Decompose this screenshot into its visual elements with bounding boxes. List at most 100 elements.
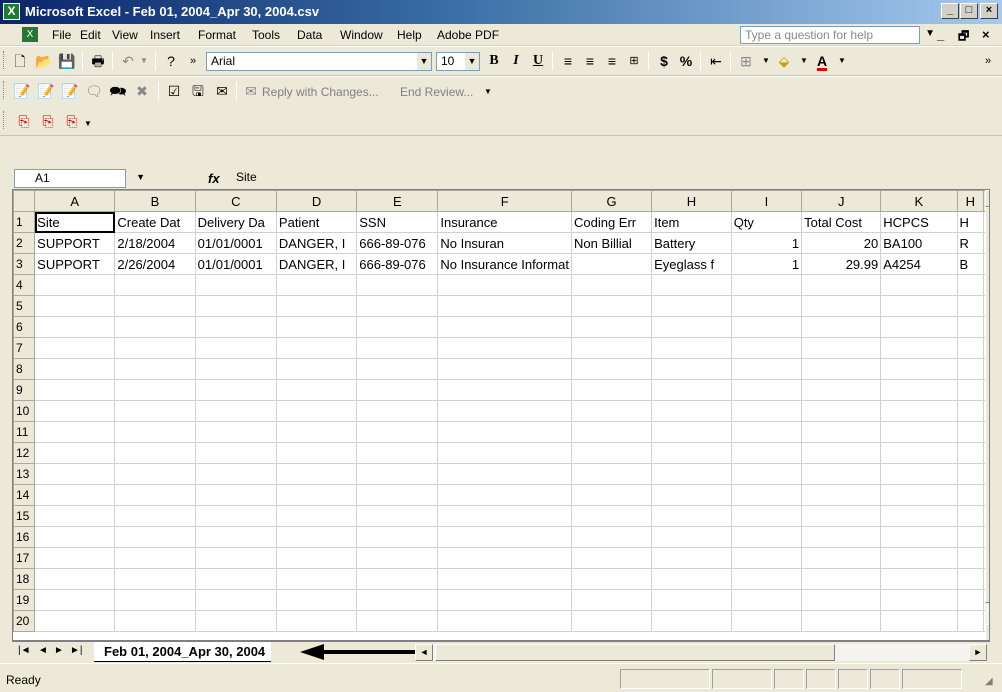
cell[interactable]	[356, 610, 439, 632]
cell[interactable]	[275, 568, 358, 590]
reply-with-changes-button[interactable]: Reply with Changes...	[262, 85, 379, 99]
cell[interactable]	[437, 316, 572, 338]
end-review-button[interactable]: End Review...	[400, 85, 473, 99]
cell[interactable]	[570, 379, 653, 401]
cell[interactable]	[651, 547, 732, 569]
resize-grip-icon[interactable]: ◢	[985, 676, 993, 687]
cell[interactable]	[437, 547, 572, 569]
cell[interactable]: DANGER, I	[275, 232, 358, 254]
cell[interactable]	[651, 484, 732, 506]
fill-color-dropdown-icon[interactable]: ▼	[794, 51, 814, 71]
cell[interactable]: 1	[730, 253, 803, 275]
cell[interactable]	[801, 442, 882, 464]
cell[interactable]	[956, 547, 985, 569]
cell[interactable]: Total Cost	[801, 211, 882, 233]
cell[interactable]	[801, 610, 882, 632]
cell[interactable]	[34, 442, 116, 464]
cell[interactable]	[114, 421, 196, 443]
doc-minimize-button[interactable]: _	[937, 27, 944, 42]
cell[interactable]: A4254	[880, 253, 958, 275]
cell[interactable]	[730, 379, 803, 401]
cell[interactable]	[34, 568, 116, 590]
cell[interactable]	[570, 547, 653, 569]
cell[interactable]	[801, 568, 882, 590]
column-header[interactable]: G	[570, 190, 653, 212]
previous-sheet-icon[interactable]: ◄	[38, 645, 48, 656]
cell[interactable]	[437, 400, 572, 422]
cell[interactable]	[437, 610, 572, 632]
row-header[interactable]: 4	[13, 274, 36, 296]
cell[interactable]	[114, 547, 196, 569]
doc-close-button[interactable]: ×	[982, 27, 990, 42]
column-header[interactable]: D	[275, 190, 358, 212]
cell[interactable]	[114, 337, 196, 359]
cell[interactable]: 666-89-076	[356, 232, 439, 254]
cell[interactable]	[801, 421, 882, 443]
cell[interactable]: H	[956, 211, 985, 233]
cell[interactable]	[570, 400, 653, 422]
cell[interactable]	[356, 274, 439, 296]
cell[interactable]	[651, 505, 732, 527]
cell[interactable]	[570, 337, 653, 359]
cell[interactable]	[114, 505, 196, 527]
cell[interactable]	[956, 463, 985, 485]
cell[interactable]	[956, 610, 985, 632]
cell[interactable]	[356, 484, 439, 506]
menu-format[interactable]: Format	[198, 28, 236, 42]
new-icon[interactable]: 🗋	[10, 51, 30, 71]
cell[interactable]	[651, 274, 732, 296]
cell[interactable]	[651, 526, 732, 548]
decrease-indent-icon[interactable]: ⇤	[706, 51, 726, 71]
cell[interactable]	[570, 610, 653, 632]
cell[interactable]	[880, 442, 958, 464]
print-icon[interactable]: 🖶	[88, 51, 108, 71]
cell[interactable]	[730, 505, 803, 527]
cell[interactable]	[570, 505, 653, 527]
cell[interactable]	[437, 463, 572, 485]
menu-adobe-pdf[interactable]: Adobe PDF	[437, 28, 499, 42]
cell[interactable]	[194, 610, 277, 632]
save-icon[interactable]: 💾	[57, 51, 77, 71]
cell[interactable]	[356, 421, 439, 443]
cell[interactable]	[356, 379, 439, 401]
cell[interactable]	[570, 274, 653, 296]
cell[interactable]: SSN	[356, 211, 439, 233]
cell[interactable]	[730, 400, 803, 422]
cell[interactable]	[114, 568, 196, 590]
menu-edit[interactable]: Edit	[80, 28, 101, 42]
cell[interactable]	[651, 463, 732, 485]
font-color-dropdown-icon[interactable]: ▼	[832, 51, 852, 71]
cell[interactable]	[275, 505, 358, 527]
cell[interactable]	[880, 421, 958, 443]
toolbar-options-icon[interactable]: »	[978, 51, 998, 71]
cell[interactable]	[194, 337, 277, 359]
cell[interactable]	[730, 421, 803, 443]
cell[interactable]	[275, 547, 358, 569]
cell[interactable]	[437, 295, 572, 317]
cell[interactable]	[114, 484, 196, 506]
cell[interactable]	[437, 421, 572, 443]
cell[interactable]	[194, 421, 277, 443]
first-sheet-icon[interactable]: |◄	[18, 645, 31, 656]
cell[interactable]: Eyeglass f	[651, 253, 732, 275]
cell[interactable]	[34, 589, 116, 611]
cell[interactable]	[730, 610, 803, 632]
font-color-button[interactable]: A	[812, 51, 832, 71]
cell[interactable]	[114, 316, 196, 338]
cell[interactable]	[356, 526, 439, 548]
cell[interactable]	[801, 316, 882, 338]
cell[interactable]	[275, 442, 358, 464]
cell[interactable]	[275, 589, 358, 611]
cell[interactable]	[356, 505, 439, 527]
cell[interactable]	[437, 589, 572, 611]
cell[interactable]	[801, 589, 882, 611]
select-all-corner[interactable]	[13, 190, 36, 212]
cell[interactable]	[275, 400, 358, 422]
cell[interactable]	[194, 442, 277, 464]
cell[interactable]	[275, 526, 358, 548]
previous-comment-icon[interactable]: 📝	[36, 81, 56, 101]
cell[interactable]	[114, 526, 196, 548]
cell[interactable]: Coding Err	[570, 211, 653, 233]
minimize-button[interactable]: _	[941, 3, 959, 19]
cell[interactable]	[275, 610, 358, 632]
